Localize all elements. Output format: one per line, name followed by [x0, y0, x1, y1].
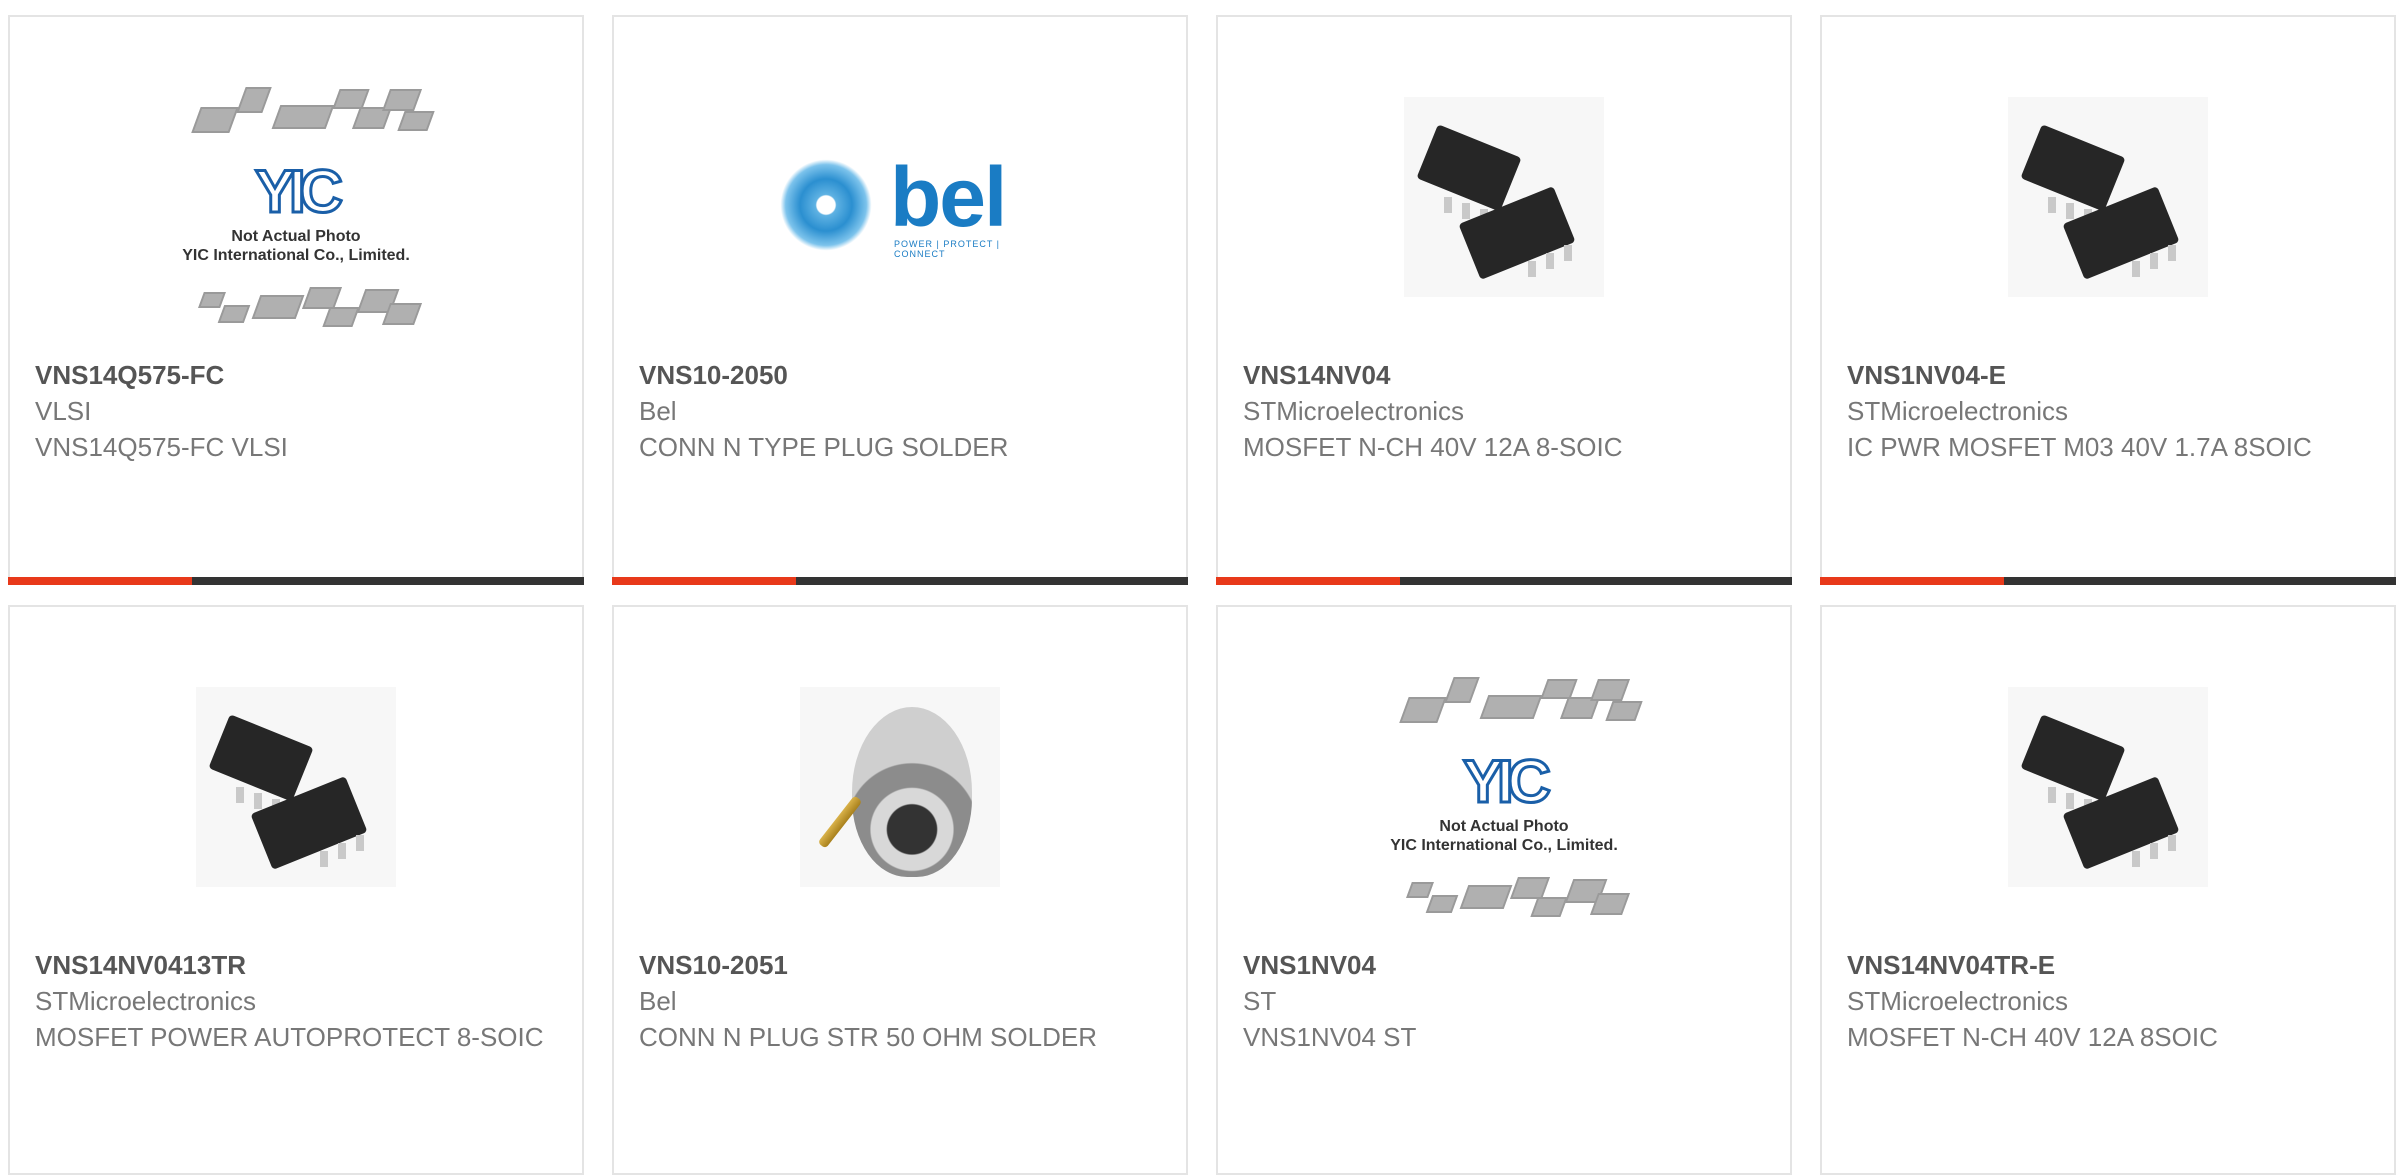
manufacturer: STMicroelectronics [1847, 986, 2069, 1016]
soic-chip-image[interactable] [1958, 667, 2258, 947]
manufacturer: ST [1243, 986, 1277, 1016]
yic-logo: YIC [253, 157, 344, 227]
description: MOSFET POWER AUTOPROTECT 8-SOIC [35, 1022, 544, 1052]
product-card[interactable]: YIC Not Actual Photo YIC International C… [1216, 605, 1792, 1175]
product-image-placeholder[interactable]: YIC Not Actual Photo YIC International C… [146, 77, 446, 357]
product-card[interactable]: YIC Not Actual Photo YIC International C… [8, 15, 584, 585]
part-number[interactable]: VNS10-2051 [639, 947, 1161, 983]
manufacturer: Bel [639, 986, 677, 1016]
soic-chip-image[interactable] [1958, 77, 2258, 357]
part-number[interactable]: VNS14NV04 [1243, 357, 1765, 393]
part-number[interactable]: VNS10-2050 [639, 357, 1161, 393]
description: IC PWR MOSFET M03 40V 1.7A 8SOIC [1847, 432, 2312, 462]
manufacturer: Bel [639, 396, 677, 426]
card-bar [8, 577, 584, 585]
placeholder-line1: Not Actual Photo [1439, 818, 1569, 835]
bel-tagline: POWER | PROTECT | CONNECT [894, 239, 1001, 259]
part-number[interactable]: VNS14NV04TR-E [1847, 947, 2369, 983]
product-card[interactable]: VNS14NV04TR-E STMicroelectronics MOSFET … [1820, 605, 2396, 1175]
description: MOSFET N-CH 40V 12A 8SOIC [1847, 1022, 2218, 1052]
description: VNS1NV04 ST [1243, 1022, 1417, 1052]
part-number[interactable]: VNS1NV04-E [1847, 357, 2369, 393]
bel-logo-image[interactable]: bel POWER | PROTECT | CONNECT [750, 77, 1050, 357]
manufacturer: STMicroelectronics [35, 986, 257, 1016]
description: MOSFET N-CH 40V 12A 8-SOIC [1243, 432, 1623, 462]
soic-chip-image[interactable] [146, 667, 446, 947]
product-card[interactable]: VNS1NV04-E STMicroelectronics IC PWR MOS… [1820, 15, 2396, 585]
product-card[interactable]: VNS14NV04 STMicroelectronics MOSFET N-CH… [1216, 15, 1792, 585]
part-number[interactable]: VNS14NV0413TR [35, 947, 557, 983]
manufacturer: VLSI [35, 396, 92, 426]
card-bar [1820, 577, 2396, 585]
product-grid: YIC Not Actual Photo YIC International C… [0, 0, 2400, 1175]
product-card[interactable]: VNS14NV0413TR STMicroelectronics MOSFET … [8, 605, 584, 1175]
description: VNS14Q575-FC VLSI [35, 432, 288, 462]
yic-logo: YIC [1461, 747, 1552, 817]
product-card[interactable]: bel POWER | PROTECT | CONNECT VNS10-2050… [612, 15, 1188, 585]
description: CONN N PLUG STR 50 OHM SOLDER [639, 1022, 1097, 1052]
manufacturer: STMicroelectronics [1847, 396, 2069, 426]
product-image-placeholder[interactable]: YIC Not Actual Photo YIC International C… [1354, 667, 1654, 947]
part-number[interactable]: VNS14Q575-FC [35, 357, 557, 393]
bel-logo: bel [890, 150, 1007, 244]
card-bar [1216, 577, 1792, 585]
part-number[interactable]: VNS1NV04 [1243, 947, 1765, 983]
placeholder-line2: YIC International Co., Limited. [182, 247, 410, 264]
soic-chip-image[interactable] [1354, 77, 1654, 357]
card-bar [612, 577, 1188, 585]
placeholder-line1: Not Actual Photo [231, 228, 361, 245]
description: CONN N TYPE PLUG SOLDER [639, 432, 1009, 462]
product-card[interactable]: VNS10-2051 Bel CONN N PLUG STR 50 OHM SO… [612, 605, 1188, 1175]
placeholder-line2: YIC International Co., Limited. [1390, 837, 1618, 854]
n-connector-image[interactable] [750, 667, 1050, 947]
manufacturer: STMicroelectronics [1243, 396, 1465, 426]
